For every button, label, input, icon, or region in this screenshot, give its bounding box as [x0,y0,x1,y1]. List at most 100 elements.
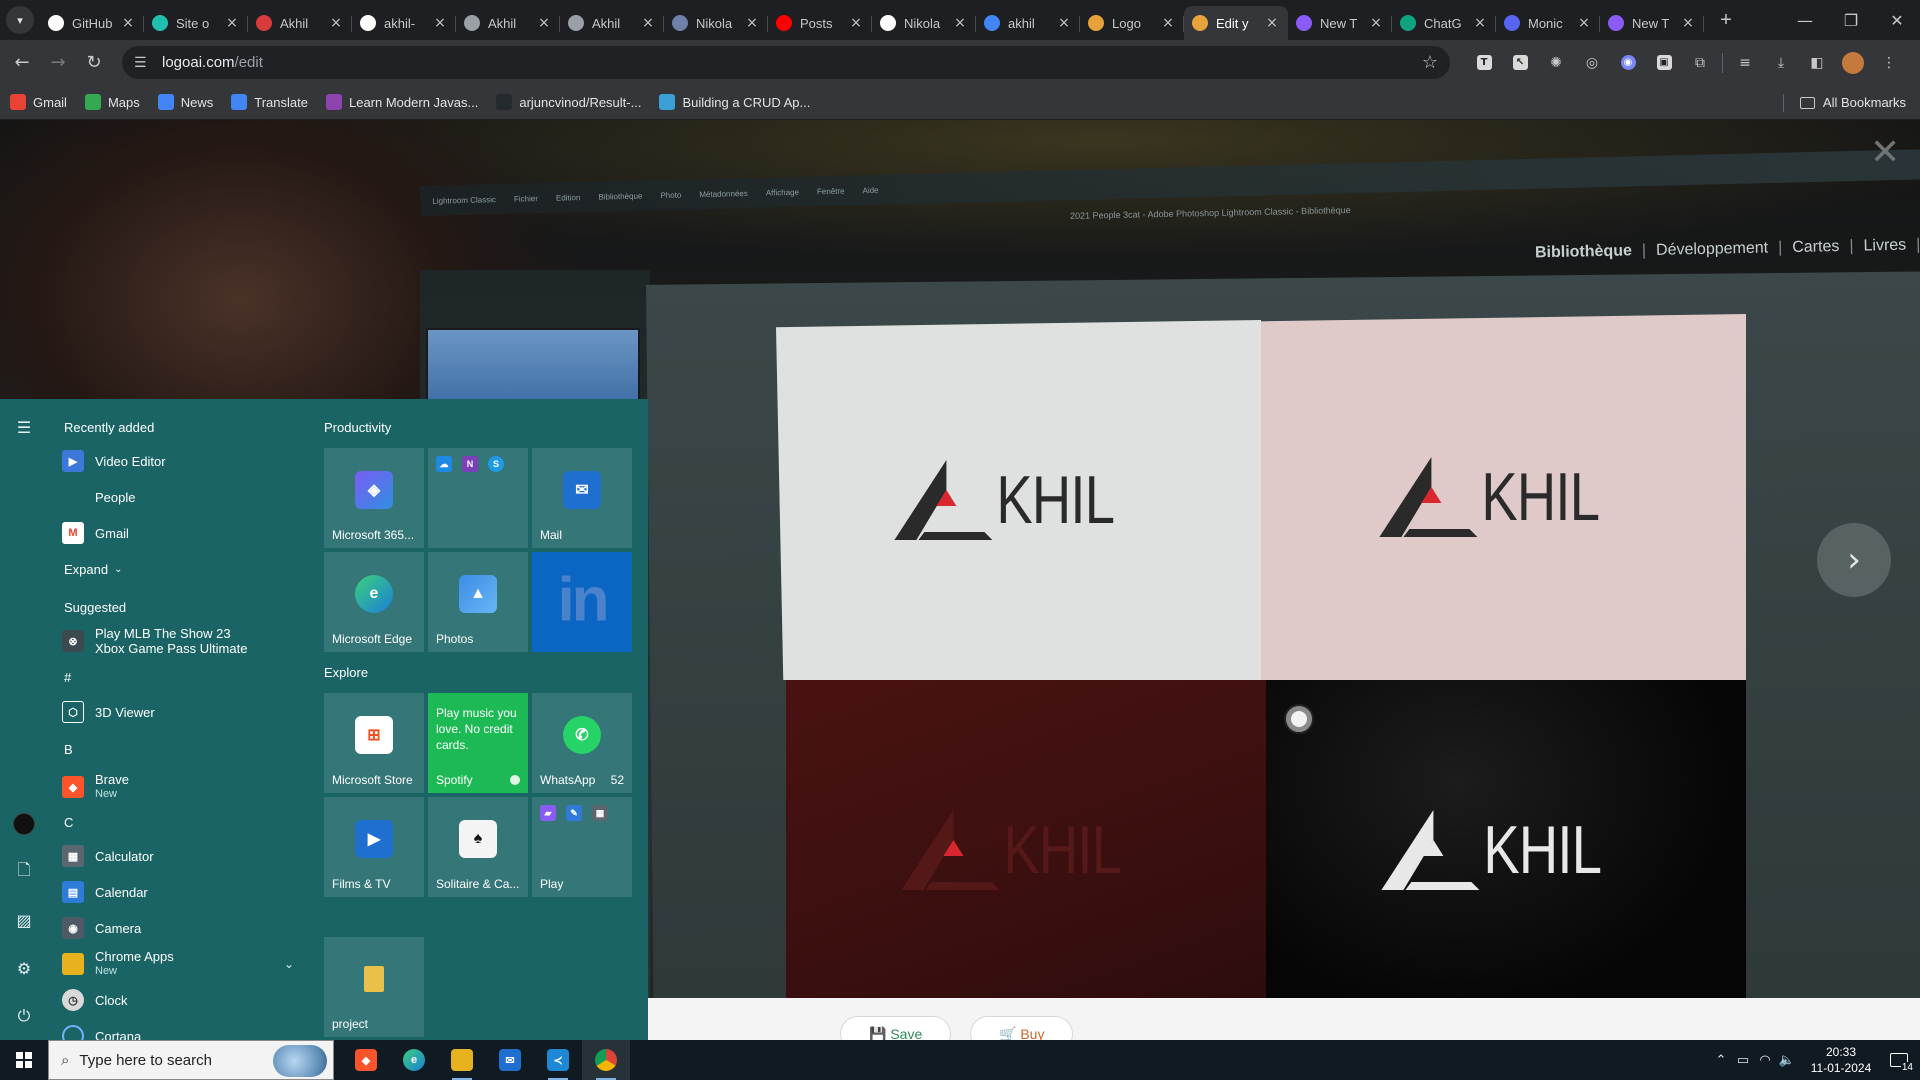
bookmark-star-icon[interactable]: ☆ [1422,52,1438,73]
taskbar-chrome[interactable] [582,1040,630,1080]
extensions-puzzle-icon[interactable]: ⧉ [1682,46,1718,79]
list-item-camera[interactable]: ◉ Camera [62,913,302,943]
target-extension-icon[interactable]: ◎ [1574,46,1610,79]
next-mockup-button[interactable]: › [1817,523,1891,597]
bookmark-item[interactable]: Gmail [10,94,67,110]
close-tab-icon[interactable]: × [224,15,240,31]
battery-icon[interactable]: ▭ [1732,1053,1754,1068]
tile-microsoft-365[interactable]: ◈ Microsoft 365... [324,448,424,548]
user-avatar[interactable] [12,812,36,836]
tile-solitaire[interactable]: ♠ Solitaire & Ca... [428,797,528,897]
close-tab-icon[interactable]: × [432,15,448,31]
close-tab-icon[interactable]: × [1576,15,1592,31]
tile-photos[interactable]: ▲ Photos [428,552,528,652]
tab-15[interactable]: Monic × [1496,6,1600,40]
taskbar-file-explorer[interactable] [438,1040,486,1080]
tab-8[interactable]: Posts × [768,6,872,40]
logo-variant-light[interactable]: KHIL [776,320,1261,680]
save-button[interactable]: 💾 Save [840,1016,952,1040]
download-icon[interactable]: ⤓ [1763,46,1799,79]
bookmark-item[interactable]: Translate [231,94,308,110]
tab-9[interactable]: Nikola × [872,6,976,40]
taskbar-vscode[interactable]: ≺ [534,1040,582,1080]
close-tab-icon[interactable]: × [1056,15,1072,31]
tab-13[interactable]: New T × [1288,6,1392,40]
tab-4[interactable]: akhil- × [352,6,456,40]
list-item-gmail[interactable]: M Gmail [62,518,302,548]
list-item-cortana[interactable]: Cortana [62,1021,302,1041]
list-item-video-editor[interactable]: ▶ Video Editor [62,446,302,476]
tile-play-folder[interactable]: ▰ ✎ ▦ Play [532,797,632,897]
forward-icon[interactable]: → [40,45,76,81]
taskbar-brave[interactable]: ◆ [342,1040,390,1080]
new-tab-button[interactable]: + [1712,6,1740,34]
profile-avatar[interactable] [1835,46,1871,79]
list-item-3d-viewer[interactable]: ⬡ 3D Viewer [62,697,302,727]
documents-icon[interactable]: 🗋 [12,860,36,884]
list-item-clock[interactable]: ◷ Clock [62,985,302,1015]
tile-project-folder[interactable]: project [324,937,424,1037]
back-icon[interactable]: ← [4,45,40,81]
list-item-chrome-apps[interactable]: Chrome Apps New ⌄ [62,946,302,982]
taskbar-search-box[interactable]: ⌕ Type here to search [48,1040,334,1080]
list-item-calendar[interactable]: ▤ Calendar [62,877,302,907]
cursor-extension-icon[interactable]: ↖ [1502,46,1538,79]
taskbar-mail[interactable]: ✉ [486,1040,534,1080]
tab-5[interactable]: Akhil × [456,6,560,40]
tile-films-tv[interactable]: ▶ Films & TV [324,797,424,897]
list-item-brave[interactable]: ◆ Brave New [62,769,302,805]
list-item-suggested-mlb[interactable]: ⊗ Play MLB The Show 23 Xbox Game Pass Ul… [62,623,302,659]
taskbar-edge[interactable]: e [390,1040,438,1080]
media-queue-icon[interactable]: ≡ [1727,46,1763,79]
tab-16[interactable]: New T × [1600,6,1704,40]
close-tab-icon[interactable]: × [328,15,344,31]
wifi-icon[interactable]: ◠ [1754,1053,1776,1068]
close-tab-icon[interactable]: × [1160,15,1176,31]
tab-2[interactable]: Site o × [144,6,248,40]
bookmark-item[interactable]: Maps [84,94,140,110]
list-item-calculator[interactable]: ▦ Calculator [62,841,302,871]
side-panel-icon[interactable]: ◧ [1799,46,1835,79]
bookmark-item[interactable]: Building a CRUD Ap... [659,94,810,110]
logo-variant-pink[interactable]: KHIL [1261,314,1746,680]
tab-1[interactable]: GitHub × [40,6,144,40]
bookmark-item[interactable]: arjuncvinod/Result-... [496,94,641,110]
letter-heading-c[interactable]: C [64,815,73,830]
tab-10[interactable]: akhil × [976,6,1080,40]
close-tab-icon[interactable]: × [640,15,656,31]
all-bookmarks-button[interactable]: All Bookmarks [1782,85,1906,120]
close-tab-icon[interactable]: × [952,15,968,31]
cube-extension-icon[interactable]: ▣ [1646,46,1682,79]
power-icon[interactable]: ⏻ [12,1004,36,1028]
more-menu-icon[interactable]: ⋮ [1871,46,1907,79]
close-tab-icon[interactable]: × [744,15,760,31]
tile-office-folder[interactable]: ☁ N S [428,448,528,548]
tab-6[interactable]: Akhil × [560,6,664,40]
close-tab-icon[interactable]: × [1680,15,1696,31]
letter-heading-hash[interactable]: # [64,670,71,685]
chevron-up-icon[interactable]: ⌃ [1710,1053,1732,1068]
tab-12[interactable]: Edit y × [1184,6,1288,40]
tile-microsoft-store[interactable]: ⊞ Microsoft Store [324,693,424,793]
settings-gear-icon[interactable]: ⚙ [12,956,36,980]
close-tab-icon[interactable]: × [848,15,864,31]
tab-search-button[interactable]: ▾ [6,6,34,34]
text-extension-icon[interactable]: T [1466,46,1502,79]
start-button[interactable] [0,1040,48,1080]
tile-spotify[interactable]: Play music you love. No credit cards. Sp… [428,693,528,793]
close-tab-icon[interactable]: × [1264,15,1280,31]
buy-button[interactable]: 🛒 Buy [970,1016,1074,1040]
bookmark-item[interactable]: News [157,94,213,110]
list-item-people[interactable]: People [62,482,302,512]
expand-button[interactable]: Expand ⌄ [64,562,122,577]
close-tab-icon[interactable]: × [1368,15,1384,31]
tile-microsoft-edge[interactable]: e Microsoft Edge [324,552,424,652]
close-preview-icon[interactable]: ✕ [1870,132,1900,173]
gear-extension-icon[interactable]: ✺ [1538,46,1574,79]
chevron-down-icon[interactable]: ⌄ [284,957,294,971]
tile-linkedin[interactable]: in [532,552,632,652]
restore-icon[interactable]: ❐ [1828,0,1874,40]
close-tab-icon[interactable]: × [536,15,552,31]
logo-variant-maroon[interactable]: KHIL [786,680,1266,1020]
tab-7[interactable]: Nikola × [664,6,768,40]
